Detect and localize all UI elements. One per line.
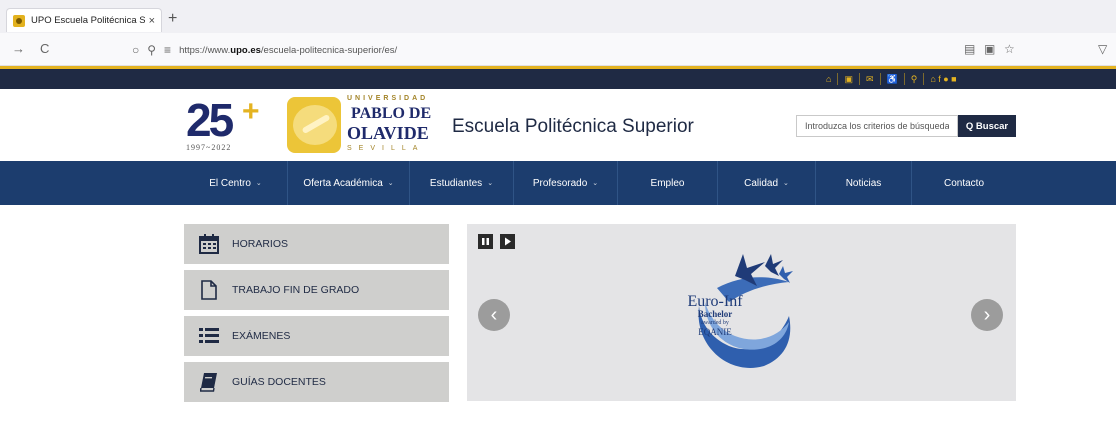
play-icon xyxy=(505,237,511,246)
browser-tab[interactable]: UPO Escuela Politécnica Super × xyxy=(6,8,162,32)
social-icons[interactable]: ⌂ f ● ■ xyxy=(924,73,962,85)
menu-item-label: Empleo xyxy=(650,177,685,189)
url-domain: upo.es xyxy=(230,44,261,56)
chevron-down-icon: ⌄ xyxy=(783,180,789,187)
quicklink-label: GUÍAS DOCENTES xyxy=(232,376,326,388)
quicklink-label: TRABAJO FIN DE GRADO xyxy=(232,284,360,296)
menu-item-contacto[interactable]: Contacto xyxy=(912,161,1016,205)
reload-button[interactable]: C xyxy=(40,41,49,57)
badge-org: EQANIE xyxy=(698,327,732,337)
list-icon xyxy=(198,325,220,347)
upo-logo[interactable]: UNIVERSIDAD PABLO DE OLAVIDE SEVILLA xyxy=(287,95,435,155)
reader-view-icon[interactable]: ▤ xyxy=(964,42,975,56)
quicklink-horarios[interactable]: HORARIOS xyxy=(184,224,449,264)
home-icon[interactable]: ⌂ xyxy=(820,73,839,85)
menu-item-label: Estudiantes xyxy=(429,177,483,189)
upo-universidad-text: UNIVERSIDAD xyxy=(347,95,429,102)
bookmark-star-icon[interactable]: ☆ xyxy=(1004,42,1015,56)
main-menu-items: El Centro ⌄ Oferta Académica ⌄ Estudiantes… xyxy=(184,161,1016,205)
quicklink-label: HORARIOS xyxy=(232,238,289,250)
image-slider: ‹ › Euro-Inf Bachelor awarded by EQANIE xyxy=(467,224,1016,401)
sitemap-icon[interactable]: ▣ xyxy=(838,73,860,85)
badge-bachelor: Bachelor xyxy=(697,309,733,319)
menu-item-label: Noticias xyxy=(845,177,882,189)
search-input[interactable] xyxy=(796,115,958,137)
mail-icon[interactable]: ✉ xyxy=(860,73,881,85)
menu-item-el-centro[interactable]: El Centro ⌄ xyxy=(184,161,288,205)
new-tab-button[interactable]: + xyxy=(168,9,177,29)
chevron-down-icon: ⌄ xyxy=(387,180,394,187)
quicklink-guias-docentes[interactable]: GUÍAS DOCENTES xyxy=(184,362,449,402)
menu-item-profesorado[interactable]: Profesorado ⌄ xyxy=(514,161,618,205)
menu-item-label: Calidad xyxy=(744,177,779,189)
site-title[interactable]: Escuela Politécnica Superior xyxy=(452,116,694,138)
shield-icon[interactable]: ○ xyxy=(132,43,139,57)
document-icon xyxy=(198,279,220,301)
menu-item-empleo[interactable]: Empleo xyxy=(618,161,718,205)
menu-item-noticias[interactable]: Noticias xyxy=(816,161,912,205)
site-favicon-icon xyxy=(13,14,25,27)
search-button[interactable]: Q Buscar xyxy=(958,115,1016,137)
book-icon xyxy=(198,371,220,393)
upo-pablo-text: PABLO DE xyxy=(351,105,432,122)
url-text[interactable]: https://www.upo.es/escuela-politecnica-s… xyxy=(179,45,397,56)
search-icon[interactable]: ⚲ xyxy=(905,73,925,85)
site-header: 25 + 1997~2022 UNIVERSIDAD PABLO DE OLAV… xyxy=(0,89,1116,161)
logo25-number: 25 xyxy=(186,94,234,146)
menu-item-label: Profesorado xyxy=(532,177,588,189)
logo25-plus: + xyxy=(242,95,260,128)
anniversary-logo[interactable]: 25 + 1997~2022 xyxy=(186,97,266,155)
chevron-down-icon: ⌄ xyxy=(487,180,494,187)
quicklink-trabajo-fin-de-grado[interactable]: TRABAJO FIN DE GRADO xyxy=(184,270,449,310)
play-button[interactable] xyxy=(500,234,515,249)
accessibility-icon[interactable]: ♿ xyxy=(881,73,905,85)
calendar-icon xyxy=(198,233,220,255)
badge-awarded: awarded by xyxy=(701,320,729,326)
pause-button[interactable] xyxy=(478,234,493,249)
url-prefix: https://www. xyxy=(179,44,231,56)
chevron-down-icon: ⌄ xyxy=(592,180,599,187)
slider-prev-button[interactable]: ‹ xyxy=(478,299,510,331)
menu-item-label: Contacto xyxy=(943,177,985,189)
quicklink-label: EXÁMENES xyxy=(232,330,291,342)
top-utility-icons: ⌂ ▣ ✉ ♿ ⚲ ⌂ f ● ■ xyxy=(820,72,963,86)
main-content: HORARIOS TRABAJO FIN DE GRADO EXÁMENES G… xyxy=(0,205,1116,433)
chevron-down-icon: ⌄ xyxy=(255,180,262,187)
menu-item-estudiantes[interactable]: Estudiantes ⌄ xyxy=(410,161,514,205)
menu-item-oferta-academica[interactable]: Oferta Académica ⌄ xyxy=(288,161,410,205)
pocket-icon[interactable]: ▽ xyxy=(1098,42,1107,56)
menu-item-label: El Centro xyxy=(209,177,251,189)
screenshot-icon[interactable]: ▣ xyxy=(984,42,995,56)
quicklink-examenes[interactable]: EXÁMENES xyxy=(184,316,449,356)
url-path: /escuela-politecnica-superior/es/ xyxy=(260,44,398,56)
address-bar[interactable]: ○ ⚲ ≡ https://www.upo.es/escuela-politec… xyxy=(132,39,1032,61)
logo25-years: 1997~2022 xyxy=(186,143,232,152)
lock-icon[interactable]: ⚲ xyxy=(147,43,156,57)
site-top-strip: ⌂ ▣ ✉ ♿ ⚲ ⌂ f ● ■ xyxy=(0,66,1116,89)
upo-emblem-icon xyxy=(287,97,341,153)
slider-next-button[interactable]: › xyxy=(971,299,1003,331)
tab-close-icon[interactable]: × xyxy=(149,15,155,27)
tab-title: UPO Escuela Politécnica Super xyxy=(31,15,145,26)
menu-item-calidad[interactable]: Calidad ⌄ xyxy=(718,161,816,205)
browser-nav-bar: → C ○ ⚲ ≡ https://www.upo.es/escuela-pol… xyxy=(0,33,1116,66)
browser-tab-bar: UPO Escuela Politécnica Super × + xyxy=(0,0,1116,33)
permissions-icon[interactable]: ≡ xyxy=(164,43,171,57)
menu-item-label: Oferta Académica xyxy=(303,177,383,189)
upo-sevilla-text: SEVILLA xyxy=(347,145,425,152)
pause-icon xyxy=(482,238,489,245)
back-button[interactable]: → xyxy=(12,41,25,57)
main-menu: El Centro ⌄ Oferta Académica ⌄ Estudiantes… xyxy=(0,161,1116,205)
upo-olavide-text: OLAVIDE xyxy=(347,123,429,143)
